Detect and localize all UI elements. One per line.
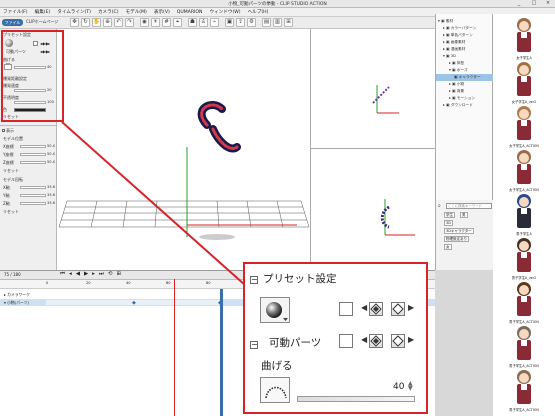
preset-sphere-icon[interactable]: [260, 297, 290, 323]
collapse-icon[interactable]: −: [250, 276, 258, 284]
keyframe-remove-icon[interactable]: [391, 334, 405, 348]
keyframe-remove-icon[interactable]: [391, 302, 405, 316]
stepper-icon[interactable]: ▲ ▼: [408, 381, 413, 392]
bend-arc-icon[interactable]: [260, 377, 290, 403]
bend-slider[interactable]: [297, 396, 415, 402]
preset-color-box[interactable]: [339, 302, 353, 316]
keyframe-add-icon[interactable]: [369, 302, 383, 316]
next-key-icon[interactable]: ▶: [408, 303, 414, 312]
keyframe-add-icon[interactable]: [369, 334, 383, 348]
next-key-icon[interactable]: ▶: [408, 335, 414, 344]
parts-color-box[interactable]: [339, 334, 353, 348]
prev-key-icon[interactable]: ◀: [361, 303, 367, 312]
prev-key-icon[interactable]: ◀: [361, 335, 367, 344]
callout-preset-label: プリセット設定: [263, 273, 337, 285]
callout-movable-parts-label: 可動パーツ: [269, 337, 322, 349]
callout-bend-label: 曲げる: [261, 360, 293, 372]
collapse-icon[interactable]: −: [250, 341, 258, 349]
callout-bend-value: 40: [393, 382, 405, 392]
app-window: 小物_可動パーツの挙動 - CLIP STUDIO ACTION _ □ × フ…: [0, 0, 555, 416]
zoom-callout: − プリセット設定 ◀ ▶ − 可動パーツ ◀ ▶ 曲げる 40 ▲ ▼: [243, 262, 428, 414]
